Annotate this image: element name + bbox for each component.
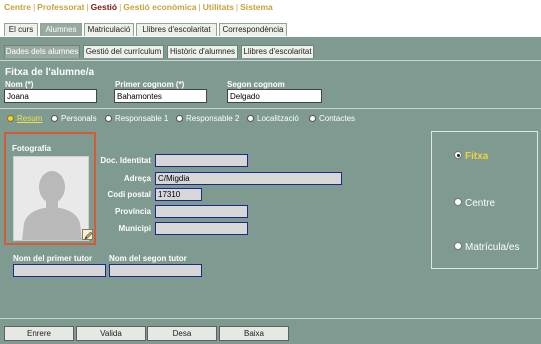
photo-placeholder [13,156,89,241]
cognom1-label: Primer cognom (*) [115,80,185,89]
radio-dot-icon [309,115,316,122]
top-nav: Centre | Professorat | Gestió | Gestió econòmi… [0,0,541,14]
radio-localitzacio-label: Localització [257,114,299,123]
view-selector: Fitxa Centre Matrícula/es [431,131,538,269]
nav-separator: | [86,2,89,12]
main-tabs: El curs Alumnes Matriculació Llibres d'e… [0,23,541,37]
baixa-button[interactable]: Baixa [219,326,289,341]
radio-resum-label: Resum [17,114,43,123]
cognom1-input[interactable] [114,89,207,103]
radio-localitzacio[interactable]: Localització [247,114,299,123]
cognom2-input[interactable] [227,89,322,103]
desa-button[interactable]: Desa [147,326,217,341]
tab-historic-alumnes[interactable]: Històric d'alumnes [167,45,238,58]
doc-identitat-label: Doc. Identitat [100,156,151,165]
tab-gestio-curriculum[interactable]: Gestió del currículum [83,45,164,58]
radio-dot-icon [454,151,462,159]
tab-matriculacio[interactable]: Matriculació [84,23,134,36]
view-radio-centre[interactable]: Centre [454,198,495,209]
nom-label: Nom (*) [5,80,34,89]
photo-frame: Fotografia [4,132,96,245]
tab-el-curs[interactable]: El curs [4,23,38,36]
adreca-label: Adreça [123,174,151,183]
tutor2-label: Nom del segon tutor [109,254,187,263]
view-radio-matricules[interactable]: Matrícula/es [454,242,519,253]
nav-utilitats[interactable]: Utilitats [203,2,234,12]
tab-dades-alumnes[interactable]: Dades dels alumnes [4,45,80,58]
radio-dot-icon [7,115,14,122]
tutor1-field[interactable] [13,264,106,277]
nav-sistema[interactable]: Sistema [240,2,273,12]
provincia-label: Província [114,207,151,216]
page-title: Fitxa de l'alumne/a [5,67,95,78]
tab-llibres-escolaritat-sub[interactable]: Llibres d'escolaritat [241,45,314,58]
nav-centre[interactable]: Centre [4,2,31,12]
view-fitxa-label: Fitxa [465,151,489,162]
tutor1-label: Nom del primer tutor [13,254,93,263]
valida-button[interactable]: Valida [76,326,146,341]
student-header: Fitxa de l'alumne/a Nom (*) Primer cogno… [0,60,541,108]
nav-separator: | [235,2,239,12]
photo-label: Fotografia [12,144,52,153]
avatar-icon [22,171,82,240]
enrere-button[interactable]: Enrere [4,326,74,341]
codi-postal-label: Codi postal [107,190,151,199]
radio-personals-label: Personals [61,114,97,123]
action-bar: Enrere Valida Desa Baixa [0,318,541,344]
radio-personals[interactable]: Personals [51,114,97,123]
cognom2-label: Segon cognom [227,80,285,89]
sub-tabs: Dades dels alumnes Gestió del currículum… [0,37,541,60]
nom-input[interactable] [4,89,97,103]
view-centre-label: Centre [465,198,496,209]
radio-dot-icon [454,198,462,206]
nav-gestio-economica[interactable]: Gestió econòmica [123,2,196,12]
municipi-label: Municipi [118,224,151,233]
nav-gestio[interactable]: Gestió [91,2,117,12]
tutor2-field[interactable] [109,264,202,277]
radio-contactes-label: Contactes [319,114,356,123]
tab-llibres-escolaritat[interactable]: Llibres d'escolaritat [136,23,217,36]
radio-dot-icon [105,115,112,122]
section-selector: Resum Personals Responsable 1 Responsabl… [0,108,541,128]
radio-responsable-2[interactable]: Responsable 2 [176,114,239,123]
adreca-field[interactable]: C/Migdia [155,172,342,185]
nav-separator: | [198,2,201,12]
nav-separator: | [32,2,36,12]
doc-identitat-field[interactable] [155,154,248,167]
view-panel: Fitxa Centre Matrícula/es [427,128,541,318]
radio-dot-icon [176,115,183,122]
codi-postal-field[interactable]: 17310 [155,188,202,201]
radio-dot-icon [454,242,462,250]
radio-responsable-1[interactable]: Responsable 1 [105,114,168,123]
nav-separator: | [119,2,122,12]
radio-dot-icon [247,115,254,122]
provincia-field[interactable] [155,205,248,218]
radio-resum[interactable]: Resum [7,114,42,123]
view-radio-fitxa[interactable]: Fitxa [454,151,488,162]
radio-contactes[interactable]: Contactes [309,114,355,123]
tab-correspondencia[interactable]: Correspondència [219,23,287,36]
radio-dot-icon [51,115,58,122]
municipi-field[interactable] [155,222,248,235]
nav-professorat[interactable]: Professorat [37,2,84,12]
tab-alumnes[interactable]: Alumnes [40,23,82,36]
radio-responsable-1-label: Responsable 1 [115,114,169,123]
summary-panel: Fotografia Doc. Identitat Adreça C/Migdi… [0,128,427,318]
view-matricules-label: Matrícula/es [465,242,520,253]
radio-responsable-2-label: Responsable 2 [186,114,240,123]
